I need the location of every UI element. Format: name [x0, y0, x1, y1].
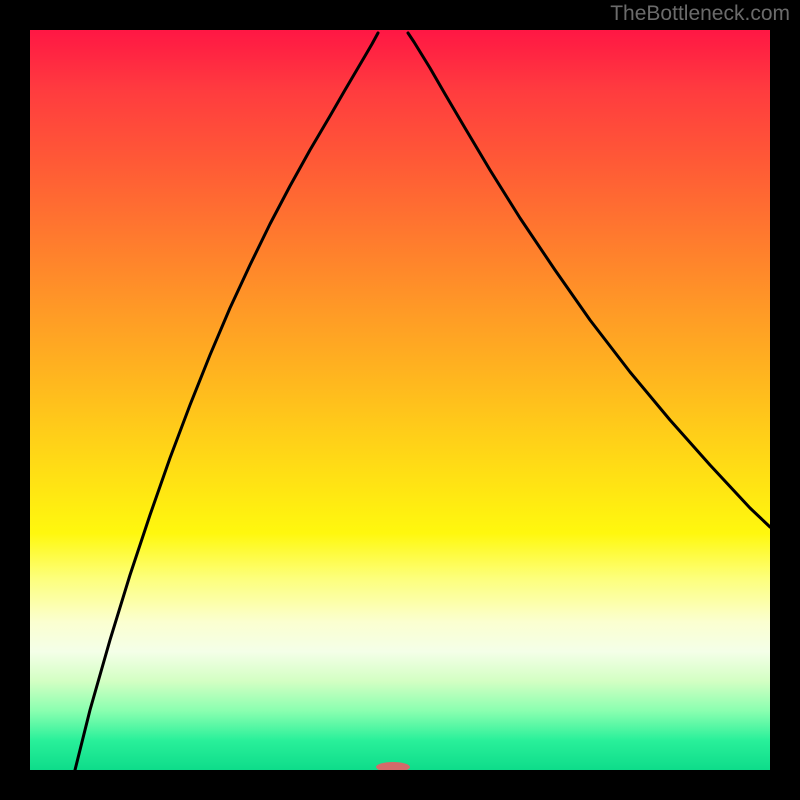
curve-right-curve — [408, 33, 770, 527]
plot-area — [30, 30, 770, 770]
minimum-marker — [376, 762, 410, 770]
watermark-text: TheBottleneck.com — [610, 2, 790, 26]
curve-left-curve — [75, 33, 378, 770]
curve-group — [75, 33, 770, 770]
chart-svg — [30, 30, 770, 770]
chart-frame: TheBottleneck.com — [0, 0, 800, 800]
